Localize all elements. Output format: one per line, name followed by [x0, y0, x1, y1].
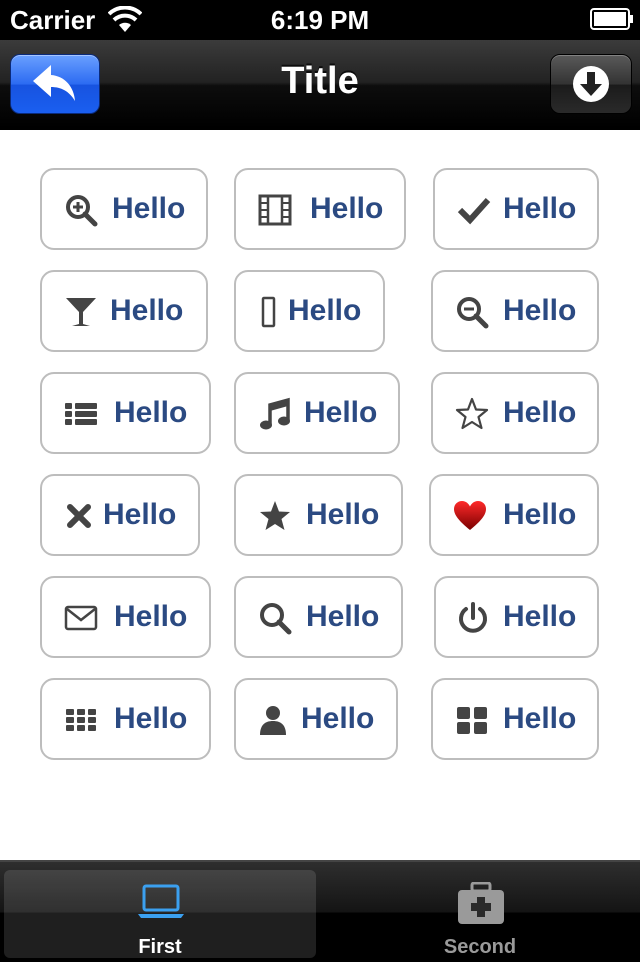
hello-button-envelope[interactable]: Hello [40, 576, 211, 658]
hello-button-dashboard[interactable]: Hello [431, 678, 599, 760]
hello-button-search[interactable]: Hello [234, 576, 403, 658]
clock: 6:19 PM [270, 5, 370, 35]
laptop-icon [138, 884, 184, 918]
button-label: Hello [503, 396, 577, 429]
envelope-icon [64, 605, 98, 631]
hello-button-power[interactable]: Hello [434, 576, 599, 658]
zoom-in-icon [66, 195, 98, 227]
glass-icon [66, 298, 96, 326]
button-label: Hello [114, 396, 188, 429]
tab-second[interactable]: Second [324, 870, 636, 958]
button-label: Hello [114, 702, 188, 735]
download-circle-icon [573, 66, 609, 102]
list-icon [65, 403, 97, 425]
navigation-bar: Title [0, 40, 640, 130]
heart-icon [454, 501, 486, 530]
hello-button-zoom-in[interactable]: Hello [40, 168, 208, 250]
button-label: Hello [304, 396, 378, 429]
button-label: Hello [503, 294, 577, 327]
hello-button-close[interactable]: Hello [40, 474, 200, 556]
hello-button-zoom-out[interactable]: Hello [431, 270, 599, 352]
film-icon [258, 194, 292, 226]
hello-button-user[interactable]: Hello [234, 678, 398, 760]
button-label: Hello [503, 702, 577, 735]
button-label: Hello [503, 192, 577, 225]
button-label: Hello [306, 498, 380, 531]
search-icon [260, 603, 292, 635]
star-filled-icon [260, 501, 290, 530]
button-grid: Hello Hello Hello Hello Hello Hello Hell… [0, 130, 640, 860]
grid-icon [66, 709, 96, 731]
hello-button-heart[interactable]: Hello [429, 474, 599, 556]
close-icon [67, 504, 91, 528]
download-button[interactable] [550, 54, 632, 114]
checkmark-icon [457, 197, 491, 225]
hello-button-check[interactable]: Hello [433, 168, 599, 250]
button-label: Hello [301, 702, 375, 735]
hello-button-glass[interactable]: Hello [40, 270, 208, 352]
hello-button-grid[interactable]: Hello [40, 678, 211, 760]
button-label: Hello [306, 600, 380, 633]
dashboard-icon [457, 707, 487, 734]
hello-button-star-outline[interactable]: Hello [431, 372, 599, 454]
hello-button-list[interactable]: Hello [40, 372, 211, 454]
mobile-phone-icon [261, 296, 276, 328]
button-label: Hello [114, 600, 188, 633]
zoom-out-icon [457, 297, 489, 329]
tab-label: Second [443, 936, 517, 958]
button-label: Hello [103, 498, 177, 531]
hello-button-film[interactable]: Hello [234, 168, 406, 250]
music-icon [260, 397, 290, 430]
button-label: Hello [112, 192, 186, 225]
button-label: Hello [310, 192, 384, 225]
hello-button-star[interactable]: Hello [234, 474, 403, 556]
first-aid-kit-icon [458, 882, 504, 924]
status-bar: Carrier 6:19 PM [0, 0, 640, 40]
hello-button-mobile[interactable]: Hello [234, 270, 385, 352]
button-label: Hello [503, 498, 577, 531]
battery-icon [590, 8, 633, 30]
power-icon [459, 602, 487, 633]
tab-first[interactable]: First [4, 870, 316, 958]
button-label: Hello [288, 294, 362, 327]
hello-button-music[interactable]: Hello [234, 372, 400, 454]
page-title: Title [281, 60, 359, 102]
star-outline-icon [455, 397, 489, 430]
tab-label: First [138, 936, 182, 958]
user-icon [260, 706, 286, 735]
button-label: Hello [110, 294, 184, 327]
tab-bar: First Second [0, 860, 640, 962]
button-label: Hello [503, 600, 577, 633]
